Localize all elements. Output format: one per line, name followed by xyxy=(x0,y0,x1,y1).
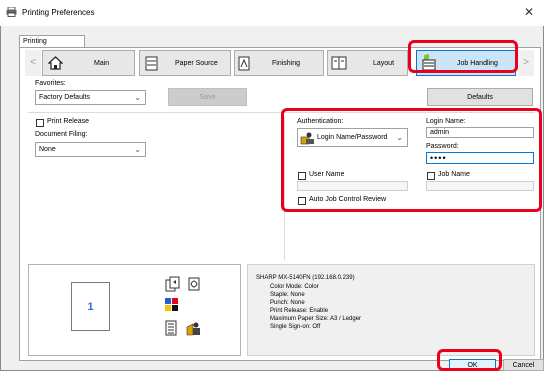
tab-paper-source-label: Paper Source xyxy=(175,60,218,67)
summary-print-release: Print Release: Enable xyxy=(270,308,329,314)
tab-main-label: Main xyxy=(94,60,110,67)
chevron-down-icon: ⌄ xyxy=(134,93,141,102)
color-mode-icon xyxy=(165,298,178,313)
summary-staple: Staple: None xyxy=(270,292,305,298)
finishing-icon xyxy=(238,56,250,83)
tab-layout-label: Layout xyxy=(373,60,395,67)
printer-icon xyxy=(6,6,17,17)
defaults-button[interactable]: Defaults xyxy=(427,88,533,106)
cancel-button[interactable]: Cancel xyxy=(503,359,544,371)
document-filing-value: None xyxy=(39,146,56,153)
tab-finishing-label: Finishing xyxy=(272,60,301,67)
summary-punch: Punch: None xyxy=(270,300,305,306)
print-release-label: Print Release xyxy=(47,118,90,125)
tab-scroll-left-button[interactable]: < xyxy=(25,50,41,76)
close-icon[interactable]: ✕ xyxy=(524,5,534,19)
favorites-value: Factory Defaults xyxy=(39,94,90,101)
summary-color-mode: Color Mode: Color xyxy=(270,284,319,290)
favorites-label: Favorites: xyxy=(35,80,66,87)
duplex-copy-icon xyxy=(165,276,181,294)
print-release-checkbox[interactable] xyxy=(36,119,44,127)
tab-finishing[interactable]: Finishing xyxy=(234,50,324,76)
staple-icon xyxy=(186,276,202,294)
tab-paper-source[interactable]: Paper Source xyxy=(139,50,231,76)
page-preview: 1 xyxy=(71,282,110,331)
favorites-dropdown[interactable]: Factory Defaults ⌄ xyxy=(35,90,146,105)
authentication-highlight xyxy=(281,108,542,212)
tab-scroll-right-button[interactable]: > xyxy=(518,50,534,76)
layout-icon xyxy=(331,56,347,82)
preview-panel xyxy=(28,264,241,356)
tab-main[interactable]: Main xyxy=(42,50,135,76)
window-title: Printing Preferences xyxy=(22,8,95,17)
summary-max-paper-size: Maximum Paper Size: A3 / Ledger xyxy=(270,316,362,322)
home-icon xyxy=(47,56,64,82)
job-handling-highlight xyxy=(408,40,518,73)
summary-single-sign-on: Single Sign-on: Off xyxy=(270,324,321,330)
document-icon xyxy=(165,320,177,338)
tab-layout[interactable]: Layout xyxy=(327,50,408,76)
document-filing-label: Document Filing: xyxy=(35,131,88,138)
chevron-down-icon: ⌄ xyxy=(134,145,141,154)
paper-tray-icon xyxy=(145,56,158,83)
user-authentication-icon xyxy=(186,320,200,338)
printer-name: SHARP MX-5140FN (192.168.0.239) xyxy=(256,275,355,281)
save-button[interactable]: Save xyxy=(168,88,247,106)
document-filing-dropdown[interactable]: None ⌄ xyxy=(35,142,146,157)
ok-highlight xyxy=(437,349,502,371)
